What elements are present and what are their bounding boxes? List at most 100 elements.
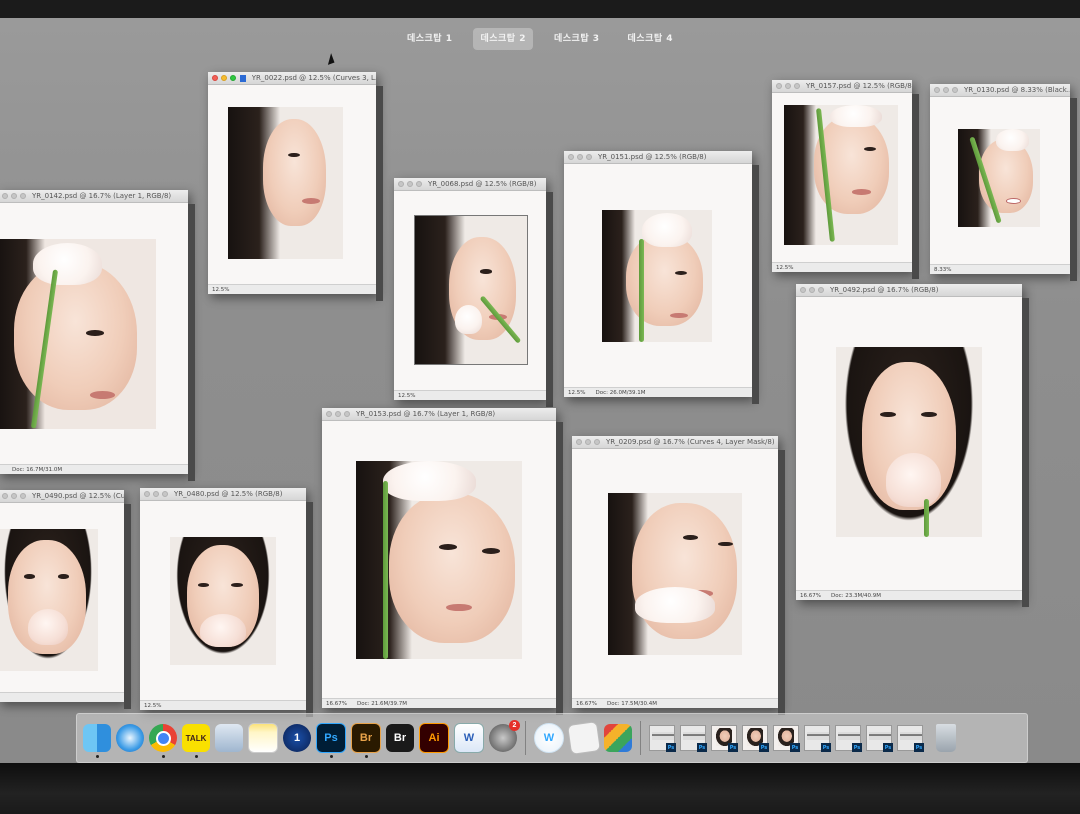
bridge-alt-icon[interactable]: Br [386,724,414,752]
minimized-window-thumbnail[interactable]: Ps [804,725,831,752]
zoom-level[interactable]: 16.67% [576,701,597,707]
close-button[interactable] [212,75,218,81]
document-canvas[interactable] [930,97,1070,265]
close-button[interactable] [568,154,574,160]
minimize-button[interactable] [577,154,583,160]
document-canvas[interactable] [772,93,912,263]
zoom-button[interactable] [594,439,600,445]
document-icon[interactable] [567,721,601,755]
minimized-window-thumbnail[interactable]: Ps [835,725,862,752]
preview-icon[interactable] [215,724,243,752]
close-button[interactable] [576,439,582,445]
space-tab-1[interactable]: 데스크탑 1 [400,28,460,50]
photoshop-window-yr0153[interactable]: YR_0153.psd @ 16.7% (Layer 1, RGB/8) 16.… [322,408,563,715]
document-canvas[interactable] [0,503,124,693]
document-canvas[interactable] [572,449,778,699]
zoom-button[interactable] [952,87,958,93]
window-titlebar[interactable]: YR_0130.psd @ 8.33% (Black... [930,84,1070,97]
zoom-level[interactable]: 12.5% [776,265,793,271]
photoshop-window-yr0490[interactable]: YR_0490.psd @ 12.5% (Curves... [0,490,131,709]
minimize-button[interactable] [785,83,791,89]
minimize-button[interactable] [407,181,413,187]
minimize-button[interactable] [11,193,17,199]
photoshop-window-yr0492[interactable]: YR_0492.psd @ 16.7% (RGB/8) 16.67% Doc: … [796,284,1029,607]
word-icon[interactable]: W [454,723,484,753]
bridge-icon[interactable]: Br [351,723,381,758]
zoom-button[interactable] [818,287,824,293]
document-canvas[interactable] [394,191,546,391]
w-app-icon[interactable]: W [534,723,564,753]
zoom-level[interactable]: 16.67% [326,701,347,707]
minimized-window-thumbnail[interactable]: Ps [742,725,769,752]
close-button[interactable] [144,491,150,497]
minimized-window-thumbnail[interactable]: Ps [649,725,676,752]
zoom-button[interactable] [344,411,350,417]
window-titlebar[interactable]: YR_0151.psd @ 12.5% (RGB/8) [564,151,752,164]
zoom-button[interactable] [20,493,26,499]
window-titlebar[interactable]: YR_0492.psd @ 16.7% (RGB/8) [796,284,1022,297]
chrome-icon[interactable] [149,724,177,758]
document-canvas[interactable] [208,85,376,285]
minimize-button[interactable] [221,75,227,81]
minimize-button[interactable] [943,87,949,93]
photoshop-window-yr0022[interactable]: YR_0022.psd @ 12.5% (Curves 3, L... 12.5… [208,72,383,301]
document-canvas[interactable] [0,203,188,465]
photoshop-window-yr0151[interactable]: YR_0151.psd @ 12.5% (RGB/8) 12.5% Doc: 2… [564,151,759,404]
close-button[interactable] [2,493,8,499]
zoom-level[interactable]: 16.67% [800,593,821,599]
zoom-level[interactable]: 12.5% [144,703,161,709]
window-titlebar[interactable]: YR_0068.psd @ 12.5% (RGB/8) [394,178,546,191]
close-button[interactable] [326,411,332,417]
window-titlebar[interactable]: YR_0209.psd @ 16.7% (Curves 4, Layer Mas… [572,436,778,449]
document-canvas[interactable] [564,164,752,388]
window-titlebar[interactable]: YR_0022.psd @ 12.5% (Curves 3, L... [208,72,376,85]
minimized-window-thumbnail[interactable]: Ps [680,725,707,752]
safari-icon[interactable] [116,724,144,752]
zoom-level[interactable]: 12.5% [212,287,229,293]
minimize-button[interactable] [809,287,815,293]
downloads-stack-icon[interactable] [604,724,632,752]
illustrator-icon[interactable]: Ai [419,723,449,753]
zoom-level[interactable]: 12.5% [398,393,415,399]
minimize-button[interactable] [335,411,341,417]
minimized-window-thumbnail[interactable]: Ps [897,725,924,752]
zoom-button[interactable] [586,154,592,160]
photoshop-window-yr0130[interactable]: YR_0130.psd @ 8.33% (Black... 8.33% [930,84,1077,281]
document-canvas[interactable] [322,421,556,699]
minimize-button[interactable] [11,493,17,499]
zoom-button[interactable] [162,491,168,497]
trash-icon[interactable] [936,724,956,752]
system-preferences-icon[interactable]: 2 [489,720,520,752]
document-canvas[interactable] [140,501,306,701]
zoom-level[interactable]: 8.33% [934,267,951,273]
photoshop-window-yr0068[interactable]: YR_0068.psd @ 12.5% (RGB/8) 12.5% [394,178,553,407]
1password-icon[interactable]: 1 [283,724,311,752]
photoshop-window-yr0142[interactable]: YR_0142.psd @ 16.7% (Layer 1, RGB/8) Doc… [0,190,195,481]
zoom-level[interactable]: 12.5% [568,390,585,396]
finder-icon[interactable] [83,724,111,758]
photoshop-icon[interactable]: Ps [316,723,346,758]
zoom-button[interactable] [230,75,236,81]
space-tab-4[interactable]: 데스크탑 4 [621,28,681,50]
minimize-button[interactable] [585,439,591,445]
close-button[interactable] [800,287,806,293]
window-titlebar[interactable]: YR_0142.psd @ 16.7% (Layer 1, RGB/8) [0,190,188,203]
close-button[interactable] [398,181,404,187]
photoshop-window-yr0209[interactable]: YR_0209.psd @ 16.7% (Curves 4, Layer Mas… [572,436,785,715]
space-tab-3[interactable]: 데스크탑 3 [547,28,607,50]
window-titlebar[interactable]: YR_0480.psd @ 12.5% (RGB/8) [140,488,306,501]
close-button[interactable] [2,193,8,199]
photoshop-window-yr0480[interactable]: YR_0480.psd @ 12.5% (RGB/8) 12.5% [140,488,313,717]
zoom-button[interactable] [794,83,800,89]
minimized-window-thumbnail[interactable]: Ps [866,725,893,752]
window-titlebar[interactable]: YR_0490.psd @ 12.5% (Curves... [0,490,124,503]
zoom-button[interactable] [20,193,26,199]
minimized-window-thumbnail[interactable]: Ps [773,725,800,752]
photoshop-window-yr0157[interactable]: YR_0157.psd @ 12.5% (RGB/8) 12.5% [772,80,919,279]
kakaotalk-icon[interactable]: TALK [182,724,210,758]
zoom-button[interactable] [416,181,422,187]
minimized-window-thumbnail[interactable]: Ps [711,725,738,752]
window-titlebar[interactable]: YR_0153.psd @ 16.7% (Layer 1, RGB/8) [322,408,556,421]
document-canvas[interactable] [796,297,1022,591]
window-titlebar[interactable]: YR_0157.psd @ 12.5% (RGB/8) [772,80,912,93]
